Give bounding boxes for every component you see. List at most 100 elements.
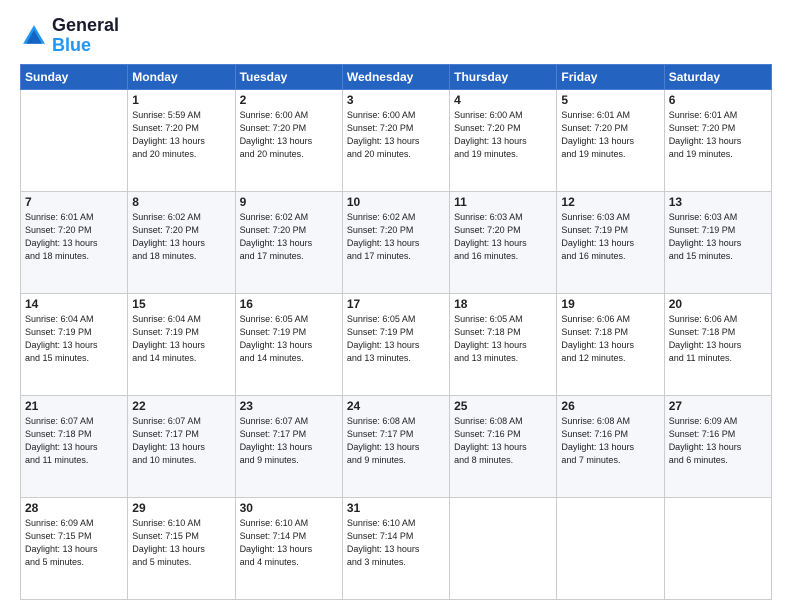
calendar-cell: 26 Sunrise: 6:08 AM Sunset: 7:16 PM Dayli… — [557, 395, 664, 497]
day-info: Sunrise: 6:08 AM Sunset: 7:16 PM Dayligh… — [561, 415, 659, 467]
day-info: Sunrise: 6:10 AM Sunset: 7:14 PM Dayligh… — [347, 517, 445, 569]
calendar-cell — [21, 89, 128, 191]
day-info: Sunrise: 6:00 AM Sunset: 7:20 PM Dayligh… — [347, 109, 445, 161]
day-number: 26 — [561, 399, 659, 413]
day-info: Sunrise: 6:01 AM Sunset: 7:20 PM Dayligh… — [561, 109, 659, 161]
day-number: 3 — [347, 93, 445, 107]
calendar-cell: 17 Sunrise: 6:05 AM Sunset: 7:19 PM Dayli… — [342, 293, 449, 395]
day-number: 17 — [347, 297, 445, 311]
day-info: Sunrise: 6:10 AM Sunset: 7:14 PM Dayligh… — [240, 517, 338, 569]
calendar-cell: 2 Sunrise: 6:00 AM Sunset: 7:20 PM Daylig… — [235, 89, 342, 191]
calendar-cell: 6 Sunrise: 6:01 AM Sunset: 7:20 PM Daylig… — [664, 89, 771, 191]
dow-header-tuesday: Tuesday — [235, 64, 342, 89]
calendar-cell: 4 Sunrise: 6:00 AM Sunset: 7:20 PM Daylig… — [450, 89, 557, 191]
day-number: 22 — [132, 399, 230, 413]
days-of-week-row: SundayMondayTuesdayWednesdayThursdayFrid… — [21, 64, 772, 89]
calendar-cell: 16Sunrise: 6:05 AM Sunset: 7:19 PM Dayli… — [235, 293, 342, 395]
calendar-cell: 18 Sunrise: 6:05 AM Sunset: 7:18 PM Dayli… — [450, 293, 557, 395]
day-info: Sunrise: 6:07 AM Sunset: 7:18 PM Dayligh… — [25, 415, 123, 467]
day-number: 7 — [25, 195, 123, 209]
day-number: 13 — [669, 195, 767, 209]
calendar-cell — [450, 497, 557, 599]
day-info: Sunrise: 6:03 AM Sunset: 7:20 PM Dayligh… — [454, 211, 552, 263]
logo-icon — [20, 22, 48, 50]
day-number: 31 — [347, 501, 445, 515]
calendar-cell: 1 Sunrise: 5:59 AM Sunset: 7:20 PM Daylig… — [128, 89, 235, 191]
calendar-cell: 11 Sunrise: 6:03 AM Sunset: 7:20 PM Dayli… — [450, 191, 557, 293]
day-number: 2 — [240, 93, 338, 107]
calendar-cell: 3 Sunrise: 6:00 AM Sunset: 7:20 PM Daylig… — [342, 89, 449, 191]
calendar-cell: 10 Sunrise: 6:02 AM Sunset: 7:20 PM Dayli… — [342, 191, 449, 293]
calendar-cell: 23Sunrise: 6:07 AM Sunset: 7:17 PM Dayli… — [235, 395, 342, 497]
calendar-cell: 12 Sunrise: 6:03 AM Sunset: 7:19 PM Dayli… — [557, 191, 664, 293]
day-info: Sunrise: 6:09 AM Sunset: 7:16 PM Dayligh… — [669, 415, 767, 467]
calendar-table: SundayMondayTuesdayWednesdayThursdayFrid… — [20, 64, 772, 600]
day-info: Sunrise: 6:08 AM Sunset: 7:16 PM Dayligh… — [454, 415, 552, 467]
dow-header-wednesday: Wednesday — [342, 64, 449, 89]
day-info: Sunrise: 6:05 AM Sunset: 7:18 PM Dayligh… — [454, 313, 552, 365]
calendar-cell: 22Sunrise: 6:07 AM Sunset: 7:17 PM Dayli… — [128, 395, 235, 497]
day-number: 4 — [454, 93, 552, 107]
day-info: Sunrise: 6:04 AM Sunset: 7:19 PM Dayligh… — [132, 313, 230, 365]
calendar-cell: 7Sunrise: 6:01 AM Sunset: 7:20 PM Daylig… — [21, 191, 128, 293]
calendar-cell: 8 Sunrise: 6:02 AM Sunset: 7:20 PM Daylig… — [128, 191, 235, 293]
day-info: Sunrise: 6:09 AM Sunset: 7:15 PM Dayligh… — [25, 517, 123, 569]
calendar-cell: 14Sunrise: 6:04 AM Sunset: 7:19 PM Dayli… — [21, 293, 128, 395]
day-number: 9 — [240, 195, 338, 209]
header: GeneralBlue — [20, 16, 772, 56]
week-row-1: 1 Sunrise: 5:59 AM Sunset: 7:20 PM Daylig… — [21, 89, 772, 191]
day-info: Sunrise: 6:10 AM Sunset: 7:15 PM Dayligh… — [132, 517, 230, 569]
calendar-cell: 31 Sunrise: 6:10 AM Sunset: 7:14 PM Dayli… — [342, 497, 449, 599]
calendar-cell: 19 Sunrise: 6:06 AM Sunset: 7:18 PM Dayli… — [557, 293, 664, 395]
day-number: 19 — [561, 297, 659, 311]
day-info: Sunrise: 6:03 AM Sunset: 7:19 PM Dayligh… — [669, 211, 767, 263]
day-number: 25 — [454, 399, 552, 413]
dow-header-monday: Monday — [128, 64, 235, 89]
day-number: 30 — [240, 501, 338, 515]
logo: GeneralBlue — [20, 16, 119, 56]
day-number: 20 — [669, 297, 767, 311]
calendar-body: 1 Sunrise: 5:59 AM Sunset: 7:20 PM Daylig… — [21, 89, 772, 599]
calendar-cell: 15 Sunrise: 6:04 AM Sunset: 7:19 PM Dayli… — [128, 293, 235, 395]
day-info: Sunrise: 6:08 AM Sunset: 7:17 PM Dayligh… — [347, 415, 445, 467]
day-number: 12 — [561, 195, 659, 209]
logo-text: GeneralBlue — [52, 16, 119, 56]
day-info: Sunrise: 6:02 AM Sunset: 7:20 PM Dayligh… — [240, 211, 338, 263]
day-info: Sunrise: 6:06 AM Sunset: 7:18 PM Dayligh… — [561, 313, 659, 365]
calendar-cell: 24Sunrise: 6:08 AM Sunset: 7:17 PM Dayli… — [342, 395, 449, 497]
day-info: Sunrise: 5:59 AM Sunset: 7:20 PM Dayligh… — [132, 109, 230, 161]
day-info: Sunrise: 6:00 AM Sunset: 7:20 PM Dayligh… — [454, 109, 552, 161]
day-number: 5 — [561, 93, 659, 107]
day-number: 18 — [454, 297, 552, 311]
day-number: 11 — [454, 195, 552, 209]
day-number: 1 — [132, 93, 230, 107]
day-number: 10 — [347, 195, 445, 209]
calendar-cell: 30 Sunrise: 6:10 AM Sunset: 7:14 PM Dayli… — [235, 497, 342, 599]
day-info: Sunrise: 6:03 AM Sunset: 7:19 PM Dayligh… — [561, 211, 659, 263]
calendar-cell: 5 Sunrise: 6:01 AM Sunset: 7:20 PM Daylig… — [557, 89, 664, 191]
calendar-cell: 29 Sunrise: 6:10 AM Sunset: 7:15 PM Dayli… — [128, 497, 235, 599]
week-row-2: 7Sunrise: 6:01 AM Sunset: 7:20 PM Daylig… — [21, 191, 772, 293]
day-info: Sunrise: 6:02 AM Sunset: 7:20 PM Dayligh… — [347, 211, 445, 263]
day-number: 27 — [669, 399, 767, 413]
day-info: Sunrise: 6:01 AM Sunset: 7:20 PM Dayligh… — [669, 109, 767, 161]
dow-header-friday: Friday — [557, 64, 664, 89]
day-number: 8 — [132, 195, 230, 209]
day-number: 15 — [132, 297, 230, 311]
day-info: Sunrise: 6:00 AM Sunset: 7:20 PM Dayligh… — [240, 109, 338, 161]
dow-header-sunday: Sunday — [21, 64, 128, 89]
day-info: Sunrise: 6:06 AM Sunset: 7:18 PM Dayligh… — [669, 313, 767, 365]
page: GeneralBlue SundayMondayTuesdayWednesday… — [0, 0, 792, 612]
day-number: 6 — [669, 93, 767, 107]
day-info: Sunrise: 6:02 AM Sunset: 7:20 PM Dayligh… — [132, 211, 230, 263]
day-number: 29 — [132, 501, 230, 515]
week-row-3: 14Sunrise: 6:04 AM Sunset: 7:19 PM Dayli… — [21, 293, 772, 395]
week-row-4: 21Sunrise: 6:07 AM Sunset: 7:18 PM Dayli… — [21, 395, 772, 497]
calendar-cell: 20 Sunrise: 6:06 AM Sunset: 7:18 PM Dayli… — [664, 293, 771, 395]
calendar-cell: 21Sunrise: 6:07 AM Sunset: 7:18 PM Dayli… — [21, 395, 128, 497]
calendar-cell: 13 Sunrise: 6:03 AM Sunset: 7:19 PM Dayli… — [664, 191, 771, 293]
day-info: Sunrise: 6:05 AM Sunset: 7:19 PM Dayligh… — [347, 313, 445, 365]
week-row-5: 28Sunrise: 6:09 AM Sunset: 7:15 PM Dayli… — [21, 497, 772, 599]
calendar-cell — [664, 497, 771, 599]
day-info: Sunrise: 6:04 AM Sunset: 7:19 PM Dayligh… — [25, 313, 123, 365]
